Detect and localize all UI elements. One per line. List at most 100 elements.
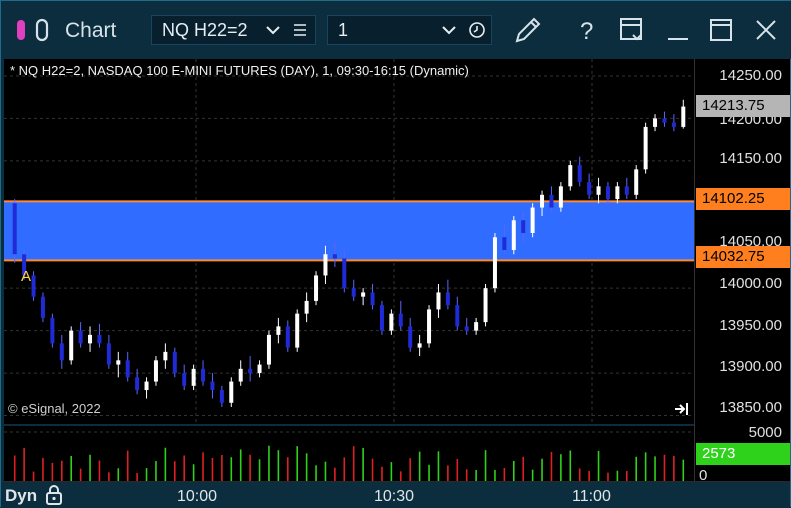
candle-body bbox=[295, 313, 300, 348]
candle-body bbox=[219, 390, 224, 403]
price-label: 14150.00 bbox=[719, 150, 782, 167]
volume-plot[interactable] bbox=[4, 426, 694, 481]
candle-body bbox=[605, 186, 610, 200]
candle-body bbox=[69, 330, 74, 361]
candle-body bbox=[78, 330, 83, 344]
candle-body bbox=[210, 381, 215, 391]
candle-body bbox=[549, 194, 554, 208]
candle-body bbox=[389, 313, 394, 331]
candle-body bbox=[314, 275, 319, 301]
volume-chart bbox=[4, 431, 694, 481]
candle-body bbox=[31, 275, 36, 297]
close-icon[interactable] bbox=[749, 13, 783, 47]
price-axis[interactable]: 14250.00 14200.00 14150.00 14050.00 1400… bbox=[694, 59, 790, 484]
chart-window: Chart NQ H22=2 1 ? A * NQ H22=2, NASDAQ … bbox=[0, 0, 791, 508]
candle-body bbox=[285, 326, 290, 348]
panel-menu-icon[interactable] bbox=[615, 13, 649, 47]
candle-body bbox=[238, 368, 243, 382]
clock-icon[interactable] bbox=[468, 21, 486, 39]
volume-max-label: 5000 bbox=[748, 424, 782, 441]
dynamic-label: Dyn bbox=[5, 486, 38, 505]
candle-body bbox=[596, 186, 601, 195]
candle-body bbox=[125, 360, 130, 378]
candle-body bbox=[59, 343, 64, 361]
candle-body bbox=[40, 296, 45, 318]
session-marker: A bbox=[21, 268, 31, 285]
candle-body bbox=[653, 118, 658, 127]
candle-body bbox=[634, 169, 639, 195]
candle-body bbox=[276, 326, 281, 335]
candle-body bbox=[135, 377, 140, 391]
candle-body bbox=[474, 322, 479, 331]
candle-body bbox=[662, 118, 667, 123]
candle-body bbox=[502, 237, 507, 250]
candle-body bbox=[398, 313, 403, 327]
time-label: 11:00 bbox=[572, 488, 611, 505]
symbol-combo[interactable]: NQ H22=2 bbox=[151, 15, 316, 45]
candle-body bbox=[492, 237, 497, 289]
list-icon[interactable] bbox=[292, 22, 308, 38]
minimize-icon[interactable] bbox=[661, 13, 695, 47]
copyright-text: © eSignal, 2022 bbox=[8, 401, 101, 416]
candle-body bbox=[12, 203, 17, 255]
lock-icon[interactable] bbox=[44, 484, 64, 506]
candle-body bbox=[568, 165, 573, 187]
candle-body bbox=[88, 334, 93, 344]
scroll-to-end-icon[interactable] bbox=[674, 402, 690, 416]
title-bar: Chart NQ H22=2 1 ? bbox=[1, 1, 791, 59]
candle-body bbox=[577, 165, 582, 183]
candle-body bbox=[408, 326, 413, 348]
candle-body bbox=[671, 122, 676, 127]
help-icon[interactable]: ? bbox=[569, 13, 603, 47]
interval-combo[interactable]: 1 bbox=[327, 15, 492, 45]
chevron-down-icon[interactable] bbox=[265, 24, 281, 36]
time-axis[interactable]: Dyn 10:00 10:30 11:00 bbox=[1, 481, 790, 508]
candle-body bbox=[455, 305, 460, 327]
candle-body bbox=[464, 326, 469, 331]
svg-text:?: ? bbox=[580, 18, 593, 45]
volume-last-badge: 2573 bbox=[696, 443, 790, 465]
candle-body bbox=[304, 300, 309, 314]
candle-body bbox=[427, 309, 432, 344]
candle-body bbox=[106, 343, 111, 365]
chart-header: * NQ H22=2, NASDAQ 100 E-MINI FUTURES (D… bbox=[10, 63, 469, 78]
candle-body bbox=[163, 351, 168, 361]
candle-body bbox=[50, 317, 55, 344]
candle-body bbox=[530, 207, 535, 234]
time-label: 10:00 bbox=[177, 488, 218, 505]
price-label: 13900.00 bbox=[719, 358, 782, 375]
candle-body bbox=[615, 186, 620, 200]
candle-body bbox=[511, 220, 516, 250]
candle-body bbox=[351, 288, 356, 297]
candle-body bbox=[370, 292, 375, 306]
lower-band-badge: 14032.75 bbox=[696, 246, 790, 268]
candle-body bbox=[436, 292, 441, 310]
candle-body bbox=[201, 368, 206, 382]
upper-band-badge: 14102.25 bbox=[696, 188, 790, 210]
candle-body bbox=[266, 334, 271, 365]
candle-body bbox=[182, 373, 187, 386]
pencil-icon[interactable] bbox=[511, 13, 545, 47]
candle-body bbox=[153, 360, 158, 382]
candle-body bbox=[342, 258, 347, 289]
candle-body bbox=[97, 334, 102, 344]
price-label: 14000.00 bbox=[719, 275, 782, 292]
candlestick-chart: A bbox=[4, 59, 694, 424]
maximize-icon[interactable] bbox=[704, 13, 738, 47]
candle-body bbox=[116, 360, 121, 365]
app-logo-icon bbox=[17, 18, 49, 42]
candle-body bbox=[379, 305, 384, 331]
price-label: 13850.00 bbox=[719, 399, 782, 416]
symbol-value: NQ H22=2 bbox=[162, 20, 248, 40]
candle-body bbox=[361, 292, 366, 297]
candle-body bbox=[483, 288, 488, 323]
candle-body bbox=[587, 182, 592, 195]
window-title: Chart bbox=[65, 19, 117, 42]
interval-value: 1 bbox=[338, 20, 349, 40]
candle-body bbox=[624, 186, 629, 195]
candle-body bbox=[540, 194, 545, 208]
price-plot[interactable]: A * NQ H22=2, NASDAQ 100 E-MINI FUTURES … bbox=[4, 59, 694, 424]
chevron-down-icon[interactable] bbox=[441, 24, 457, 36]
candle-body bbox=[445, 292, 450, 306]
range-band bbox=[4, 201, 694, 261]
